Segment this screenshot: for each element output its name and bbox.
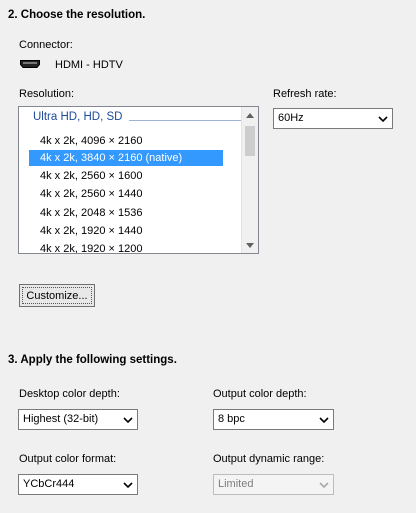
desktop-color-depth-select[interactable]: Highest (32-bit) (18, 409, 138, 430)
output-color-format-label: Output color format: (19, 453, 117, 465)
resolution-item[interactable]: 4k x 2k, 2048 × 1536 (29, 205, 223, 221)
section-2-title: 2. Choose the resolution. (8, 9, 146, 21)
resolution-label: Resolution: (19, 88, 75, 100)
resolution-item[interactable]: 4k x 2k, 2560 × 1440 (29, 186, 223, 202)
chevron-down-icon (319, 482, 329, 489)
output-dynamic-range-label: Output dynamic range: (213, 453, 325, 465)
output-color-depth-value: 8 bpc (218, 413, 245, 425)
resolution-item[interactable]: 4k x 2k, 4096 × 2160 (29, 133, 223, 149)
desktop-color-depth-label: Desktop color depth: (19, 388, 120, 400)
chevron-down-icon (319, 417, 329, 424)
chevron-down-icon (378, 116, 388, 123)
resolution-item[interactable]: 4k x 2k, 2560 × 1600 (29, 168, 223, 184)
refresh-rate-label: Refresh rate: (273, 88, 337, 100)
group-divider (129, 120, 241, 121)
scrollbar-thumb[interactable] (245, 126, 255, 156)
output-color-depth-label: Output color depth: (213, 388, 307, 400)
resolution-group-header: Ultra HD, HD, SD (33, 111, 123, 123)
hdmi-icon (20, 59, 40, 71)
refresh-rate-select[interactable]: 60Hz (273, 108, 393, 129)
resolution-item-selected[interactable]: 4k x 2k, 3840 × 2160 (native) (29, 150, 223, 166)
customize-button[interactable]: Customize... (19, 284, 95, 307)
scroll-down-icon[interactable] (242, 237, 258, 253)
chevron-down-icon (123, 417, 133, 424)
output-dynamic-range-select: Limited (213, 474, 334, 495)
resolution-item[interactable]: 4k x 2k, 1920 × 1200 (29, 241, 223, 253)
chevron-down-icon (123, 482, 133, 489)
scroll-up-icon[interactable] (242, 107, 258, 123)
refresh-rate-value: 60Hz (278, 112, 304, 124)
output-color-depth-select[interactable]: 8 bpc (213, 409, 334, 430)
connector-label: Connector: (19, 39, 73, 51)
output-color-format-select[interactable]: YCbCr444 (18, 474, 138, 495)
connector-value: HDMI - HDTV (55, 59, 123, 71)
resolution-item[interactable]: 4k x 2k, 1920 × 1440 (29, 223, 223, 239)
output-color-format-value: YCbCr444 (23, 478, 75, 490)
section-3-title: 3. Apply the following settings. (8, 354, 177, 366)
resolution-listbox[interactable]: Ultra HD, HD, SD 4k x 2k, 4096 × 2160 4k… (18, 106, 259, 254)
desktop-color-depth-value: Highest (32-bit) (23, 413, 99, 425)
output-dynamic-range-value: Limited (218, 478, 254, 490)
resolution-scrollbar[interactable] (241, 107, 258, 253)
